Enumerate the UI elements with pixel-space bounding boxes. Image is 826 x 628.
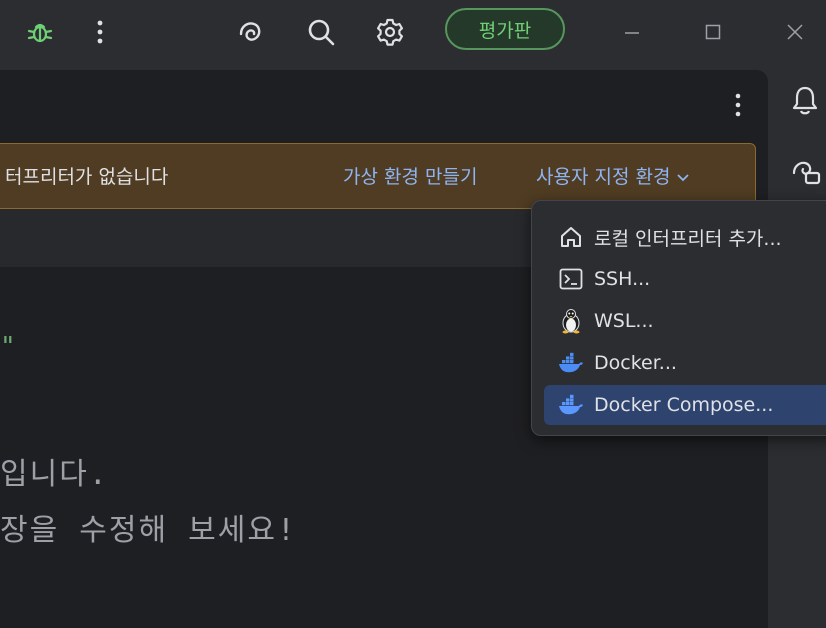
code-line: 입니다. xyxy=(0,457,109,492)
docker-icon xyxy=(556,390,586,420)
docker-icon xyxy=(556,348,586,378)
maximize-icon[interactable] xyxy=(695,14,731,50)
linux-penguin-icon xyxy=(556,306,586,336)
more-options-icon[interactable] xyxy=(723,90,753,120)
menu-item-docker-compose[interactable]: Docker Compose... xyxy=(544,385,826,425)
notifications-bell-icon[interactable] xyxy=(787,82,823,118)
interpreter-type-popup: 로컬 인터프리터 추가... SSH... WSL... Docker... D… xyxy=(531,200,826,436)
menu-item-label: 로컬 인터프리터 추가... xyxy=(594,227,782,250)
terminal-icon xyxy=(556,264,586,294)
menu-item-docker[interactable]: Docker... xyxy=(544,343,826,383)
home-icon xyxy=(556,222,586,252)
evaluation-button[interactable]: 평가판 xyxy=(445,8,565,50)
create-venv-link[interactable]: 가상 환경 만들기 xyxy=(343,144,477,210)
menu-item-wsl[interactable]: WSL... xyxy=(544,301,826,341)
search-icon[interactable] xyxy=(303,14,339,50)
menu-item-label: WSL... xyxy=(594,310,654,332)
title-bar: 평가판 xyxy=(0,0,826,66)
panel-header xyxy=(0,70,768,140)
ai-assistant-icon[interactable] xyxy=(232,14,268,50)
ai-chat-icon[interactable] xyxy=(787,154,823,190)
menu-item-label: Docker... xyxy=(594,352,677,374)
menu-item-label: Docker Compose... xyxy=(594,394,774,416)
menu-item-ssh[interactable]: SSH... xyxy=(544,259,826,299)
code-line: 장을 수정해 보세요! xyxy=(0,513,297,548)
minimize-icon[interactable] xyxy=(614,14,650,50)
chevron-down-icon xyxy=(677,174,690,182)
settings-gear-icon[interactable] xyxy=(372,14,408,50)
debug-bug-icon[interactable] xyxy=(22,14,58,50)
more-vertical-icon[interactable] xyxy=(82,14,118,50)
close-icon[interactable] xyxy=(777,14,813,50)
menu-item-add-local-interpreter[interactable]: 로컬 인터프리터 추가... xyxy=(544,217,826,257)
code-string-quote: " xyxy=(0,332,16,362)
menu-item-label: SSH... xyxy=(594,268,651,290)
banner-message: 터프리터가 없습니다 xyxy=(5,166,169,188)
